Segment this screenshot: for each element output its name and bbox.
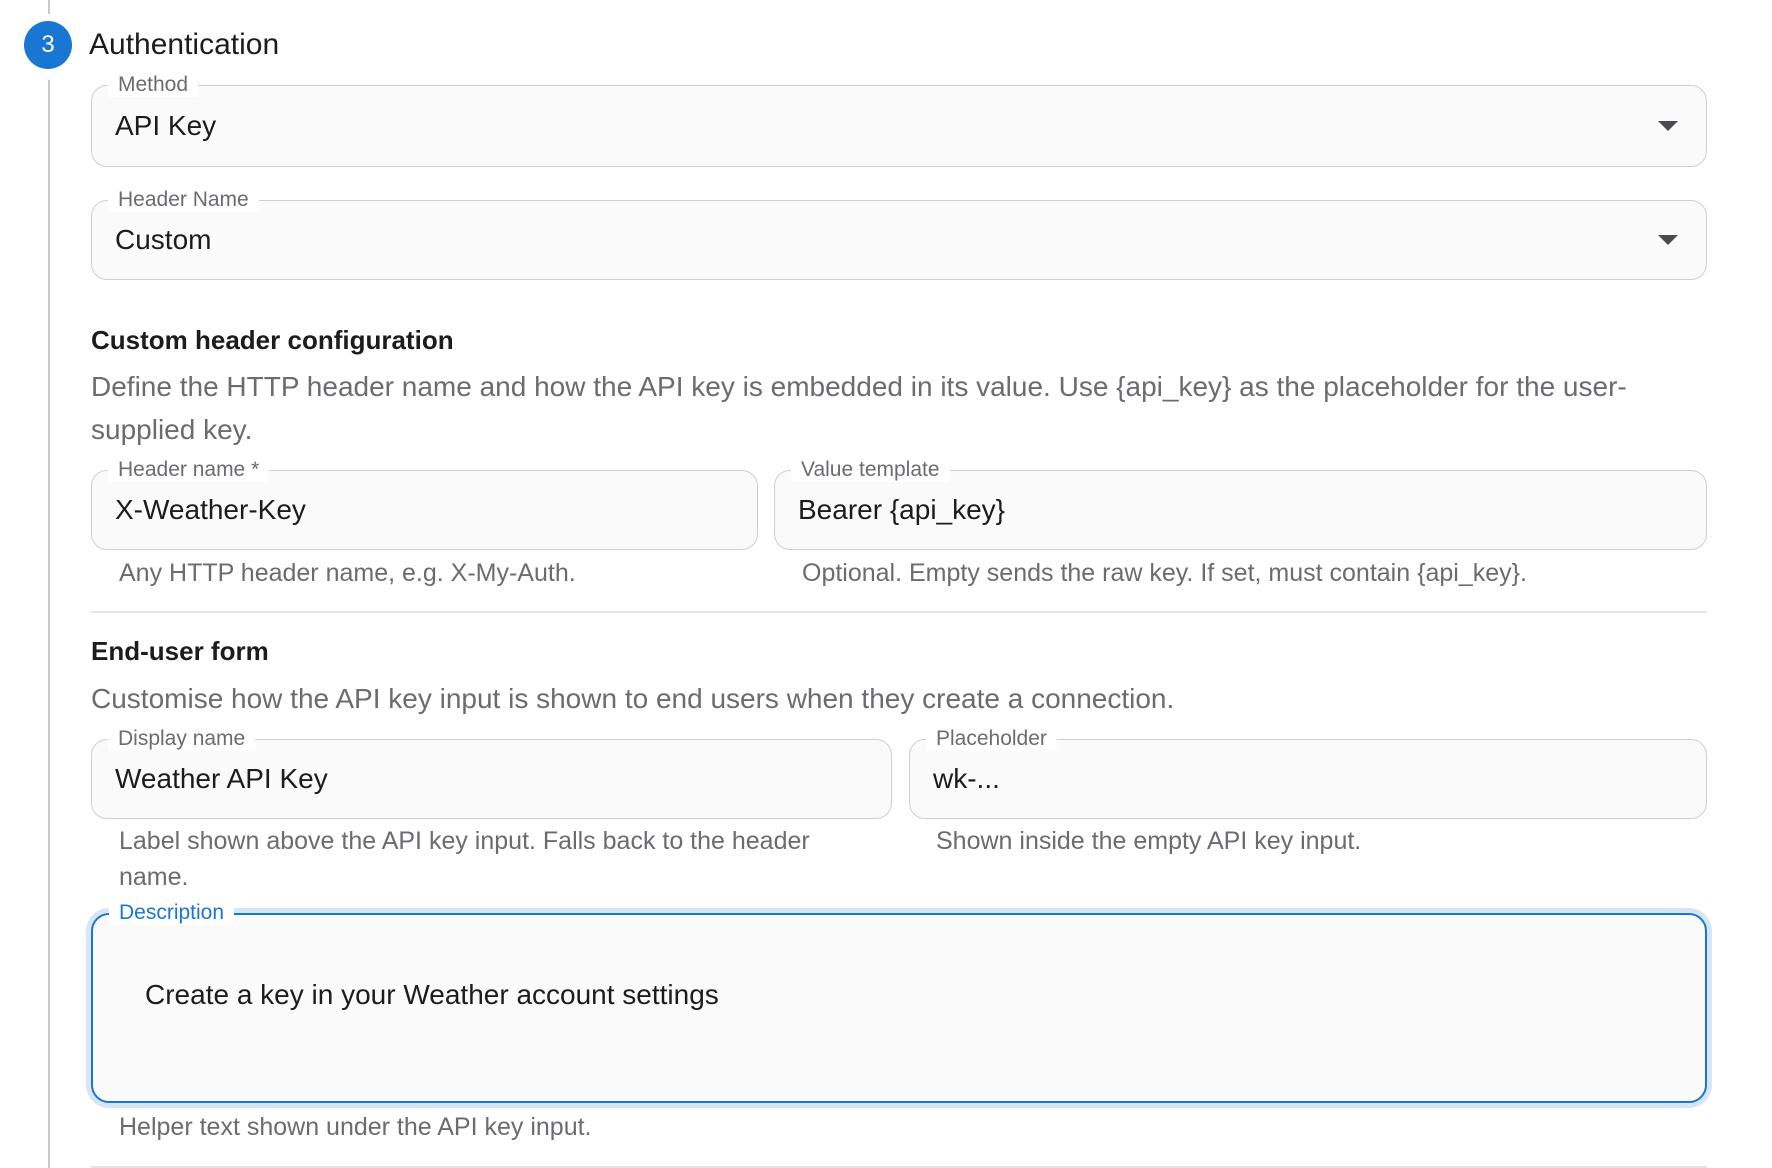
custom-header-title: Custom header configuration bbox=[91, 325, 454, 355]
display-name-helper: Label shown above the API key input. Fal… bbox=[119, 827, 810, 891]
value-template-input[interactable]: Value template Bearer {api_key} bbox=[774, 458, 1707, 550]
step-number-badge: 3 bbox=[24, 21, 72, 69]
section-divider-bottom bbox=[91, 1166, 1707, 1168]
chevron-down-icon bbox=[1658, 235, 1678, 245]
value-template-helper: Optional. Empty sends the raw key. If se… bbox=[802, 559, 1527, 587]
placeholder-input[interactable]: Placeholder wk-... bbox=[909, 727, 1707, 819]
chevron-down-icon bbox=[1658, 121, 1678, 131]
stepper-connector-top bbox=[48, 0, 50, 14]
description-label: Description bbox=[109, 901, 235, 925]
placeholder-helper: Shown inside the empty API key input. bbox=[936, 827, 1362, 855]
custom-header-description: Define the HTTP header name and how the … bbox=[91, 371, 1627, 445]
description-helper: Helper text shown under the API key inpu… bbox=[119, 1113, 592, 1141]
header-name-value: X-Weather-Key bbox=[115, 494, 306, 525]
display-name-value: Weather API Key bbox=[115, 763, 328, 794]
method-label: Method bbox=[108, 73, 199, 97]
display-name-label: Display name bbox=[108, 727, 256, 751]
step-title: Authentication bbox=[89, 28, 280, 61]
method-select[interactable]: Method API Key bbox=[91, 73, 1707, 167]
method-value: API Key bbox=[115, 110, 217, 141]
display-name-input[interactable]: Display name Weather API Key bbox=[91, 727, 892, 819]
end-user-form-description: Customise how the API key input is shown… bbox=[91, 683, 1175, 714]
section-divider bbox=[91, 611, 1707, 613]
header-name-helper: Any HTTP header name, e.g. X-My-Auth. bbox=[119, 559, 576, 587]
header-name-select-value: Custom bbox=[115, 224, 212, 255]
header-name-input[interactable]: Header name * X-Weather-Key bbox=[91, 458, 758, 550]
step-number: 3 bbox=[41, 31, 55, 58]
stepper-connector bbox=[48, 80, 50, 1168]
placeholder-value: wk-... bbox=[933, 763, 1000, 794]
header-name-select-label: Header Name bbox=[108, 188, 259, 212]
value-template-label: Value template bbox=[791, 458, 950, 482]
description-textarea[interactable]: Description Create a key in your Weather… bbox=[91, 901, 1707, 1103]
header-name-select[interactable]: Header Name Custom bbox=[91, 188, 1707, 280]
placeholder-label: Placeholder bbox=[926, 727, 1057, 751]
value-template-value: Bearer {api_key} bbox=[798, 494, 1006, 525]
end-user-form-title: End-user form bbox=[91, 636, 269, 666]
description-value: Create a key in your Weather account set… bbox=[145, 979, 719, 1010]
header-name-label: Header name * bbox=[108, 458, 270, 482]
